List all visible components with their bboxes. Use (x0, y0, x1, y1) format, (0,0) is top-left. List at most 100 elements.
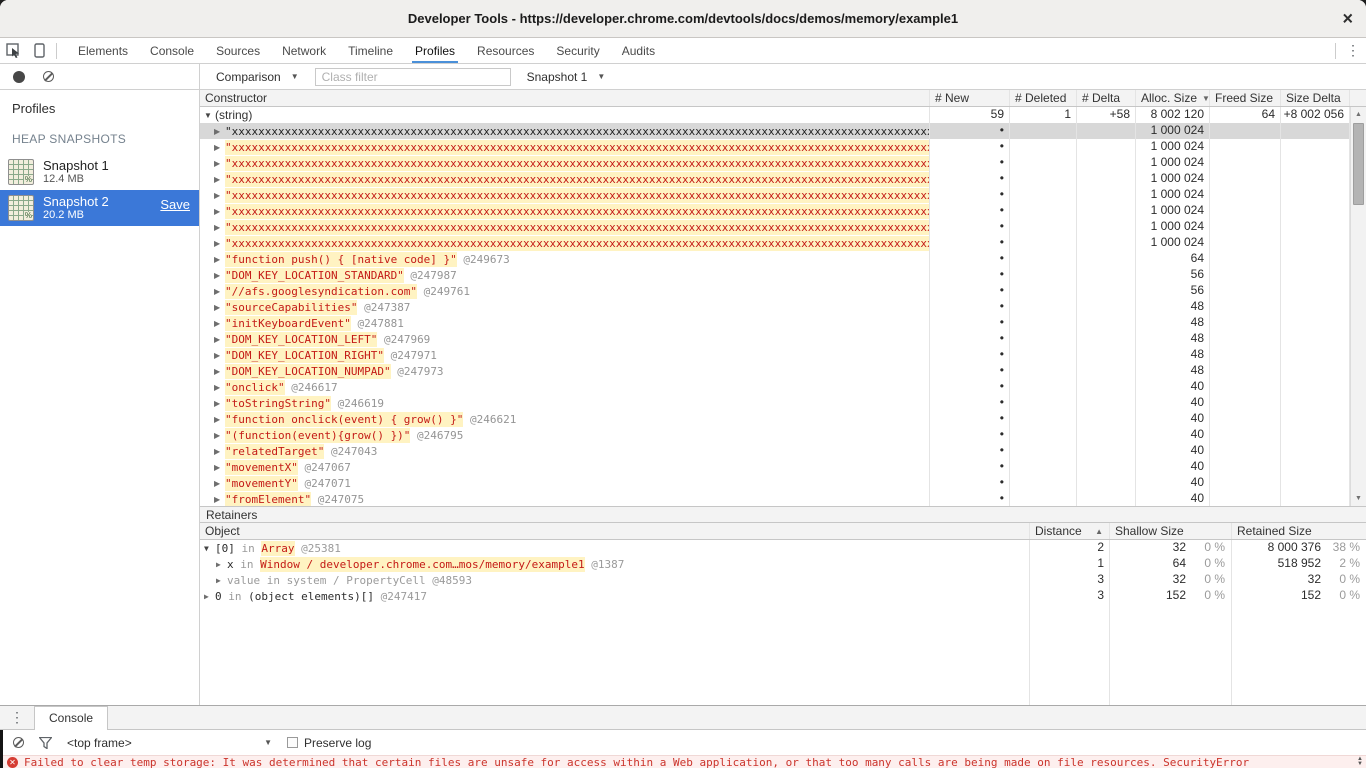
table-row[interactable]: ▶"initKeyboardEvent" @247881•48 (200, 315, 1366, 331)
filter-icon[interactable] (39, 737, 52, 749)
drawer-menu-icon[interactable]: ⋮ (0, 709, 34, 726)
tab-sources[interactable]: Sources (205, 38, 271, 63)
column-header-deleted[interactable]: # Deleted (1010, 90, 1077, 106)
collapse-icon[interactable]: ▶ (214, 348, 225, 363)
frame-select[interactable]: <top frame> ▼ (67, 736, 272, 750)
expand-icon[interactable]: ▼ (204, 541, 215, 556)
collapse-icon[interactable]: ▶ (214, 124, 225, 139)
table-row[interactable]: ▶"DOM_KEY_LOCATION_STANDARD" @247987•56 (200, 267, 1366, 283)
collapse-icon[interactable]: ▶ (214, 364, 225, 379)
close-icon[interactable]: × (1342, 8, 1353, 29)
table-row[interactable]: ▶"sourceCapabilities" @247387•48 (200, 299, 1366, 315)
table-row[interactable]: ▶"DOM_KEY_LOCATION_LEFT" @247969•48 (200, 331, 1366, 347)
tab-resources[interactable]: Resources (466, 38, 545, 63)
scroll-up-icon[interactable]: ▲ (1351, 111, 1366, 118)
inspect-element-icon[interactable] (0, 38, 26, 63)
retainer-row[interactable]: ▶x in Window / developer.chrome.com…mos/… (200, 556, 1366, 572)
table-row[interactable]: ▶"toStringString" @246619•40 (200, 395, 1366, 411)
error-scrollbar[interactable]: ▲ ▼ (1355, 756, 1363, 768)
collapse-icon[interactable]: ▶ (214, 220, 225, 235)
table-row[interactable]: ▶"//afs.googlesyndication.com" @249761•5… (200, 283, 1366, 299)
collapse-icon[interactable]: ▶ (214, 380, 225, 395)
table-row[interactable]: ▶"relatedTarget" @247043•40 (200, 443, 1366, 459)
collapse-icon[interactable]: ▶ (214, 156, 225, 171)
collapse-icon[interactable]: ▶ (214, 492, 225, 507)
clear-console-icon[interactable] (13, 737, 24, 748)
vertical-scrollbar[interactable]: ▲ ▼ (1350, 107, 1366, 506)
collapse-icon[interactable]: ▶ (214, 412, 225, 427)
retainer-row[interactable]: ▼[0] in Array @253812320 %8 000 37638 % (200, 540, 1366, 556)
device-toolbar-icon[interactable] (26, 38, 52, 63)
column-header-freed[interactable]: Freed Size (1210, 90, 1281, 106)
table-row[interactable]: ▶"xxxxxxxxxxxxxxxxxxxxxxxxxxxxxxxxxxxxxx… (200, 219, 1366, 235)
scrollbar-thumb[interactable] (1353, 123, 1364, 205)
tab-console[interactable]: Console (34, 706, 108, 731)
tab-audits[interactable]: Audits (611, 38, 666, 63)
table-row[interactable]: ▶"function onclick(event) { grow() }" @2… (200, 411, 1366, 427)
collapse-icon[interactable]: ▶ (214, 252, 225, 267)
table-row[interactable]: ▶"DOM_KEY_LOCATION_RIGHT" @247971•48 (200, 347, 1366, 363)
comparison-dropdown[interactable]: Comparison ▼ (210, 70, 305, 84)
expand-icon[interactable]: ▼ (204, 108, 215, 123)
retainer-row[interactable]: ▶0 in (object elements)[] @24741731520 %… (200, 588, 1366, 604)
table-row[interactable]: ▶"function push() { [native code] }" @24… (200, 251, 1366, 267)
scroll-down-icon[interactable]: ▼ (1357, 762, 1363, 767)
collapse-icon[interactable]: ▶ (214, 316, 225, 331)
scroll-down-icon[interactable]: ▼ (1351, 495, 1366, 502)
collapse-icon[interactable]: ▶ (216, 573, 227, 588)
table-row[interactable]: ▶"xxxxxxxxxxxxxxxxxxxxxxxxxxxxxxxxxxxxxx… (200, 203, 1366, 219)
collapse-icon[interactable]: ▶ (214, 188, 225, 203)
clear-icon[interactable] (43, 71, 54, 82)
table-row[interactable]: ▶"fromElement" @247075•40 (200, 491, 1366, 506)
table-row[interactable]: ▶"xxxxxxxxxxxxxxxxxxxxxxxxxxxxxxxxxxxxxx… (200, 187, 1366, 203)
collapse-icon[interactable]: ▶ (214, 428, 225, 443)
collapse-icon[interactable]: ▶ (214, 444, 225, 459)
collapse-icon[interactable]: ▶ (214, 300, 225, 315)
collapse-icon[interactable]: ▶ (214, 268, 225, 283)
collapse-icon[interactable]: ▶ (214, 284, 225, 299)
table-row[interactable]: ▶"movementX" @247067•40 (200, 459, 1366, 475)
table-row[interactable]: ▶"xxxxxxxxxxxxxxxxxxxxxxxxxxxxxxxxxxxxxx… (200, 155, 1366, 171)
retainers-header-object[interactable]: Object (200, 523, 1030, 539)
column-header-constructor[interactable]: Constructor (200, 90, 930, 106)
overflow-menu-icon[interactable]: ⋮ (1340, 38, 1366, 63)
table-row[interactable]: ▶"onclick" @246617•40 (200, 379, 1366, 395)
record-icon[interactable] (13, 71, 25, 83)
retainer-row[interactable]: ▶value in system / PropertyCell @4859333… (200, 572, 1366, 588)
snapshot-item[interactable]: %Snapshot 112.4 MB (0, 154, 199, 190)
snapshot-base-dropdown[interactable]: Snapshot 1 ▼ (521, 70, 612, 84)
save-link[interactable]: Save (160, 197, 190, 212)
collapse-icon[interactable]: ▶ (214, 236, 225, 251)
column-header-size_delta[interactable]: Size Delta (1281, 90, 1350, 106)
collapse-icon[interactable]: ▶ (204, 589, 215, 604)
snapshot-item[interactable]: %Snapshot 220.2 MBSave (0, 190, 199, 226)
collapse-icon[interactable]: ▶ (214, 140, 225, 155)
table-row[interactable]: ▶"xxxxxxxxxxxxxxxxxxxxxxxxxxxxxxxxxxxxxx… (200, 171, 1366, 187)
preserve-log-checkbox[interactable] (287, 737, 298, 748)
tab-network[interactable]: Network (271, 38, 337, 63)
tab-console[interactable]: Console (139, 38, 205, 63)
class-filter-input[interactable] (315, 68, 511, 86)
table-row[interactable]: ▼(string)591+588 002 12064+8 002 056 (200, 107, 1366, 123)
column-header-delta[interactable]: # Delta (1077, 90, 1136, 106)
table-row[interactable]: ▶"DOM_KEY_LOCATION_NUMPAD" @247973•48 (200, 363, 1366, 379)
collapse-icon[interactable]: ▶ (214, 204, 225, 219)
table-row[interactable]: ▶"movementY" @247071•40 (200, 475, 1366, 491)
retainers-header-retained[interactable]: Retained Size (1232, 523, 1366, 539)
tab-security[interactable]: Security (545, 38, 610, 63)
collapse-icon[interactable]: ▶ (214, 332, 225, 347)
table-row[interactable]: ▶"(function(event){grow() })" @246795•40 (200, 427, 1366, 443)
tab-elements[interactable]: Elements (67, 38, 139, 63)
column-header-alloc[interactable]: Alloc. Size▼ (1136, 90, 1210, 106)
collapse-icon[interactable]: ▶ (216, 557, 227, 572)
collapse-icon[interactable]: ▶ (214, 172, 225, 187)
column-header-new[interactable]: # New (930, 90, 1010, 106)
collapse-icon[interactable]: ▶ (214, 460, 225, 475)
retainers-header-distance[interactable]: Distance▲ (1030, 523, 1110, 539)
tab-timeline[interactable]: Timeline (337, 38, 404, 63)
tab-profiles[interactable]: Profiles (404, 38, 466, 63)
collapse-icon[interactable]: ▶ (214, 476, 225, 491)
table-row[interactable]: ▶"xxxxxxxxxxxxxxxxxxxxxxxxxxxxxxxxxxxxxx… (200, 123, 1366, 139)
retainers-header-shallow[interactable]: Shallow Size (1110, 523, 1232, 539)
table-row[interactable]: ▶"xxxxxxxxxxxxxxxxxxxxxxxxxxxxxxxxxxxxxx… (200, 139, 1366, 155)
